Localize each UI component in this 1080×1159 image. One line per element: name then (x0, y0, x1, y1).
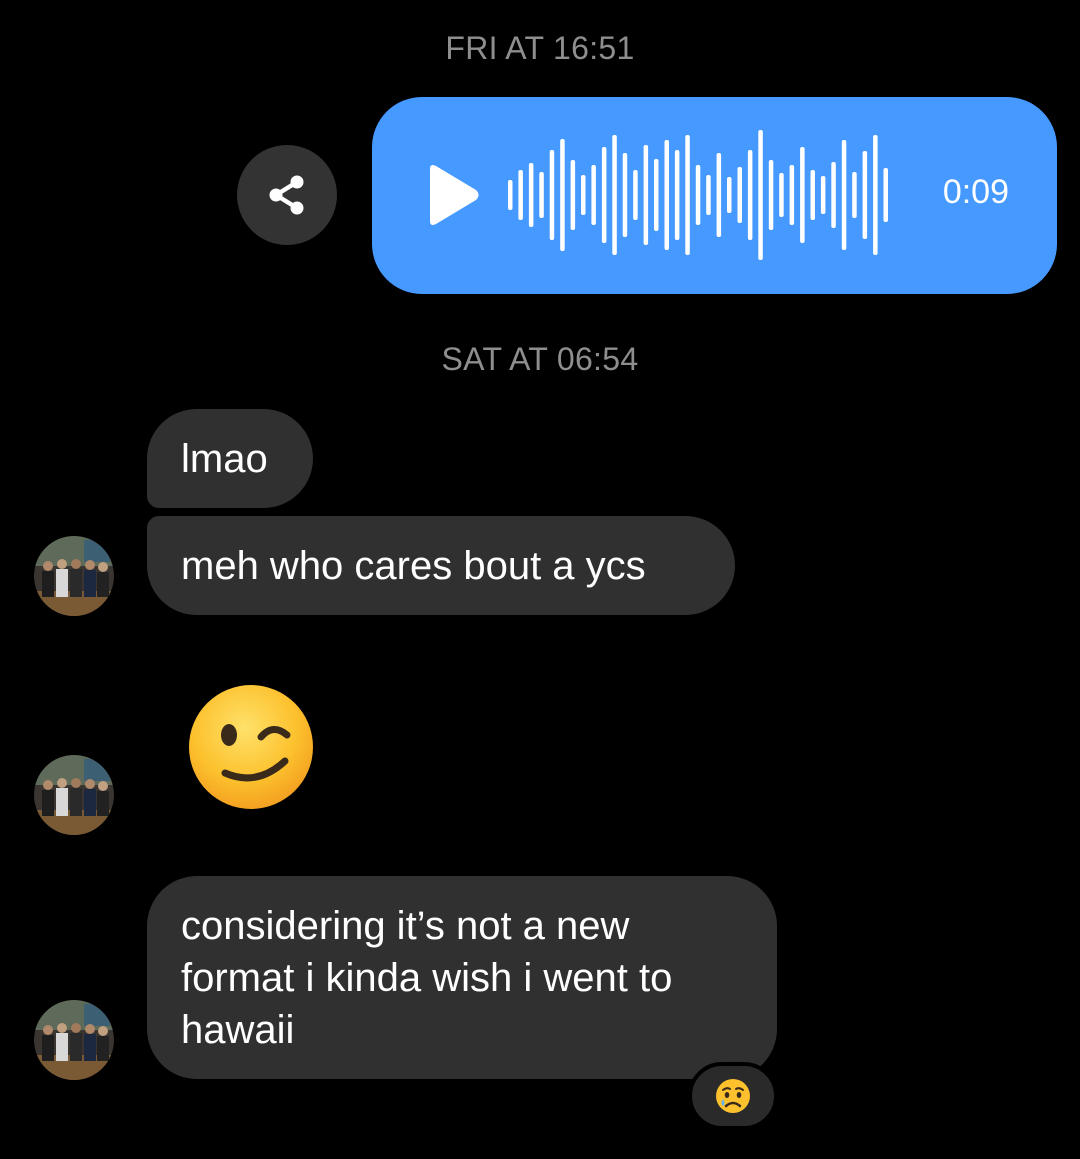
reaction-badge[interactable] (688, 1062, 778, 1130)
avatar-photo (34, 755, 114, 835)
waveform-bar (685, 135, 690, 255)
waveform-bar (674, 150, 680, 240)
avatar[interactable] (34, 536, 114, 616)
waveform-bar (664, 140, 669, 250)
play-icon[interactable] (422, 163, 482, 227)
waveform-bar (539, 172, 544, 218)
waveform-bar (706, 175, 711, 215)
message-bubble-lmao[interactable]: lmao (147, 409, 313, 508)
waveform-bar (727, 177, 732, 213)
waveform-bar (800, 147, 805, 243)
waveform-bar (779, 173, 784, 217)
waveform-bar (747, 150, 753, 240)
waveform-bar (560, 139, 565, 251)
waveform-bar (873, 135, 878, 255)
voice-message-bubble[interactable]: 0:09 (372, 97, 1057, 294)
avatar[interactable] (34, 755, 114, 835)
waveform-bar (633, 170, 638, 220)
waveform-bar (695, 165, 701, 225)
waveform-bar (737, 167, 742, 223)
voice-duration: 0:09 (942, 173, 1009, 211)
message-text: meh who cares bout a ycs (181, 544, 646, 588)
timestamp-fri: FRI AT 16:51 (445, 30, 635, 66)
waveform-bar (820, 176, 826, 214)
waveform-bar (528, 163, 534, 227)
message-text-line: format i kinda wish i went to (181, 956, 673, 1000)
waveform-bar (716, 153, 722, 237)
waveform-bar (591, 165, 596, 225)
waveform-bar (518, 170, 523, 220)
waveform-bar (862, 151, 868, 239)
avatar[interactable] (34, 1000, 114, 1080)
waveform-bar (643, 145, 649, 245)
timestamp-sat: SAT AT 06:54 (441, 341, 639, 377)
message-bubble-ycs[interactable]: meh who cares bout a ycs (147, 516, 735, 615)
waveform-bar (758, 130, 763, 260)
waveform-bar (612, 135, 617, 255)
waveform-bar (852, 172, 857, 218)
winking-face-emoji[interactable] (187, 683, 315, 811)
share-icon (269, 175, 304, 215)
waveform-bar (883, 168, 888, 222)
waveform-bar (622, 153, 628, 237)
waveform-bar (831, 162, 836, 228)
waveform-icon[interactable] (508, 127, 888, 263)
message-bubble-hawaii[interactable]: considering it’s not a new format i kind… (147, 876, 777, 1079)
waveform-bar (841, 140, 847, 250)
waveform-bar (810, 170, 815, 220)
waveform-bar (601, 147, 607, 243)
waveform-bar (789, 165, 795, 225)
avatar-photo (34, 1000, 114, 1080)
share-button[interactable] (237, 145, 337, 245)
waveform-bar (654, 159, 659, 231)
sad-but-relieved-face-icon (716, 1079, 750, 1113)
waveform-bar (570, 160, 576, 230)
avatar-photo (34, 536, 114, 616)
waveform-bar (581, 175, 586, 215)
message-text-line: considering it’s not a new (181, 904, 630, 948)
waveform-bar (768, 160, 774, 230)
message-text-line: hawaii (181, 1008, 295, 1052)
waveform-bar (549, 150, 555, 240)
waveform-bar (508, 180, 513, 210)
message-text: lmao (181, 437, 268, 481)
